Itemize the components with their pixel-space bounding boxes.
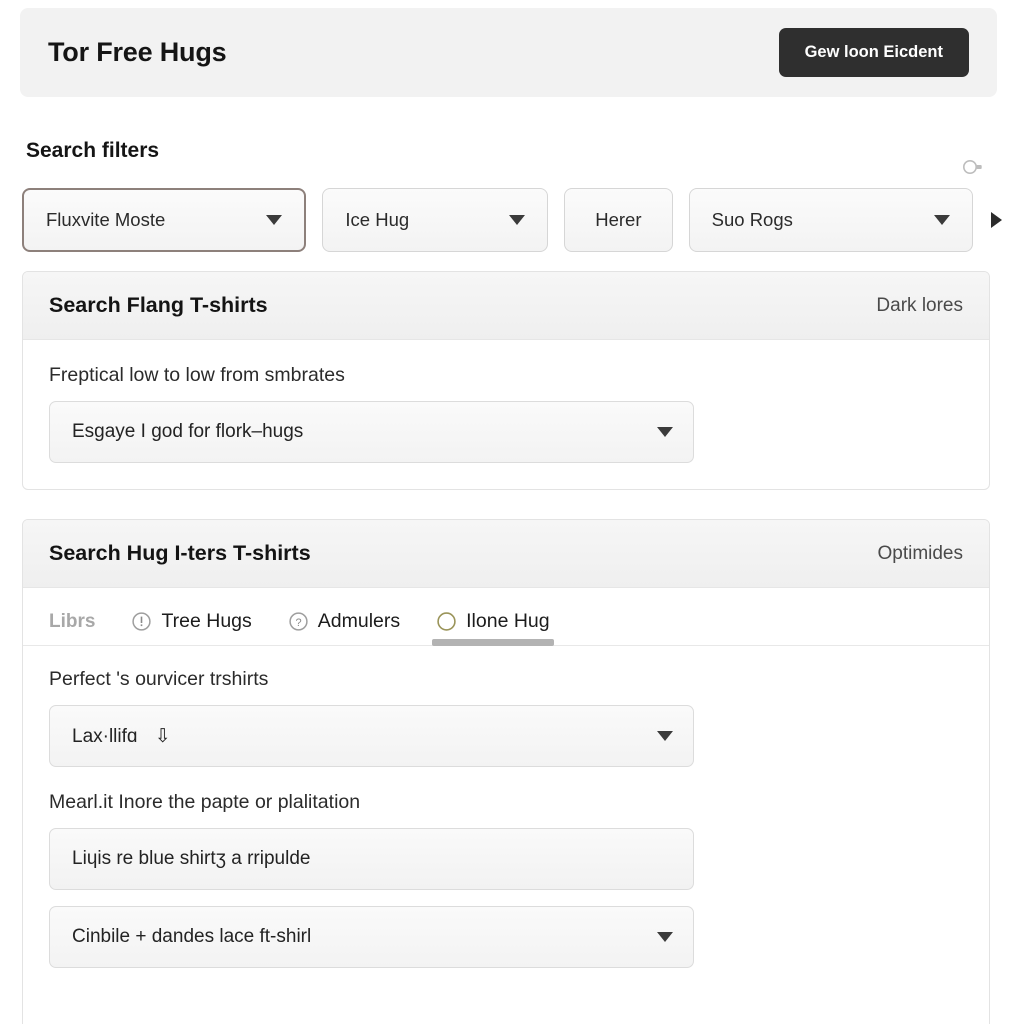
card-one-title: Search Flang T-shirts (49, 293, 268, 318)
chevron-down-icon (657, 932, 673, 942)
select-one-value-wrap: Lax·llifɑ ⇩ (72, 725, 171, 748)
tab-tree-hugs[interactable]: Tree Hugs (131, 610, 251, 645)
filter-pill-ice-hug[interactable]: Ice Hug (322, 188, 548, 252)
filter-pill-herer[interactable]: Herer (564, 188, 673, 252)
card-two-select-one[interactable]: Lax·llifɑ ⇩ (49, 705, 694, 767)
card-two-body: Perfect 's ourvicer trshirts Lax·llifɑ ⇩… (23, 646, 989, 978)
help-circle-icon: ? (288, 611, 309, 632)
card-one-select[interactable]: Esgaye I god for flork–hugs (49, 401, 694, 463)
filter-pill-suo-rogs[interactable]: Suo Rogs (689, 188, 973, 252)
filter-pill-label: Suo Rogs (712, 209, 793, 231)
alert-circle-icon (131, 611, 152, 632)
card-two-field-two-label: Mearl.it Inore the papte or plalitation (49, 791, 963, 814)
tab-label: Ilone Hug (466, 610, 549, 633)
card-two-text-input-value: Liɥis re blue shirtʒ a rripulde (72, 848, 310, 870)
toggle-circle-icon[interactable] (962, 158, 984, 176)
tab-admulers[interactable]: ? Admulers (288, 610, 400, 645)
card-two-text-input[interactable]: Liɥis re blue shirtʒ a rripulde (49, 828, 694, 890)
chevron-down-icon (657, 427, 673, 437)
filter-pill-label: Herer (595, 209, 641, 231)
filter-pill-row: Fluxvite Moste Ice Hug Herer Suo Rogs (22, 187, 1002, 253)
card-two-title: Search Hug I-ters T-shirts (49, 541, 311, 566)
chevron-down-icon (266, 215, 282, 225)
chevron-down-icon (509, 215, 525, 225)
svg-text:?: ? (295, 617, 301, 629)
tab-label: Librs (49, 611, 95, 633)
chevron-down-icon (934, 215, 950, 225)
card-two-tab-bar: Librs Tree Hugs ? (23, 588, 989, 646)
card-two-action-link[interactable]: Optimides (877, 543, 963, 565)
card-two-select-three[interactable]: Cinbile + dandes lace ft-shirl (49, 906, 694, 968)
card-two-header: Search Hug I-ters T-shirts Optimides (23, 520, 989, 588)
tab-label: Tree Hugs (161, 610, 251, 633)
page-title: Tor Free Hugs (48, 37, 226, 68)
filter-pill-fluxvite-moste[interactable]: Fluxvite Moste (22, 188, 306, 252)
circle-icon (436, 611, 457, 632)
chevron-right-icon[interactable] (991, 212, 1002, 228)
card-one-select-value: Esgaye I god for flork–hugs (72, 421, 303, 443)
tab-ilone-hug[interactable]: Ilone Hug (436, 610, 549, 645)
card-one-field-label: Freptical low to low from smbrates (49, 364, 963, 387)
card-one-body: Freptical low to low from smbrates Esgay… (23, 340, 989, 489)
card-search-hug-iters-tshirts: Search Hug I-ters T-shirts Optimides Lib… (22, 519, 990, 1024)
card-two-select-three-value: Cinbile + dandes lace ft-shirl (72, 926, 311, 948)
app-root: Tor Free Hugs Gew loon Eicdent Search fi… (0, 0, 1024, 1024)
chevron-down-icon (657, 731, 673, 741)
filter-pill-label: Fluxvite Moste (46, 209, 165, 231)
app-header: Tor Free Hugs Gew loon Eicdent (20, 8, 997, 97)
card-two-field-one-label: Perfect 's ourvicer trshirts (49, 668, 963, 691)
download-arrow-icon: ⇩ (155, 726, 171, 747)
card-search-flang-tshirts: Search Flang T-shirts Dark lores Freptic… (22, 271, 990, 490)
tab-label: Admulers (318, 610, 400, 633)
search-filters-heading: Search filters (26, 139, 159, 163)
new-incident-button[interactable]: Gew loon Eicdent (779, 28, 969, 77)
card-one-header: Search Flang T-shirts Dark lores (23, 272, 989, 340)
card-one-action-link[interactable]: Dark lores (876, 295, 963, 317)
card-two-select-one-value: Lax·llifɑ (72, 726, 137, 747)
tab-librs[interactable]: Librs (49, 611, 95, 645)
filter-pill-label: Ice Hug (345, 209, 409, 231)
